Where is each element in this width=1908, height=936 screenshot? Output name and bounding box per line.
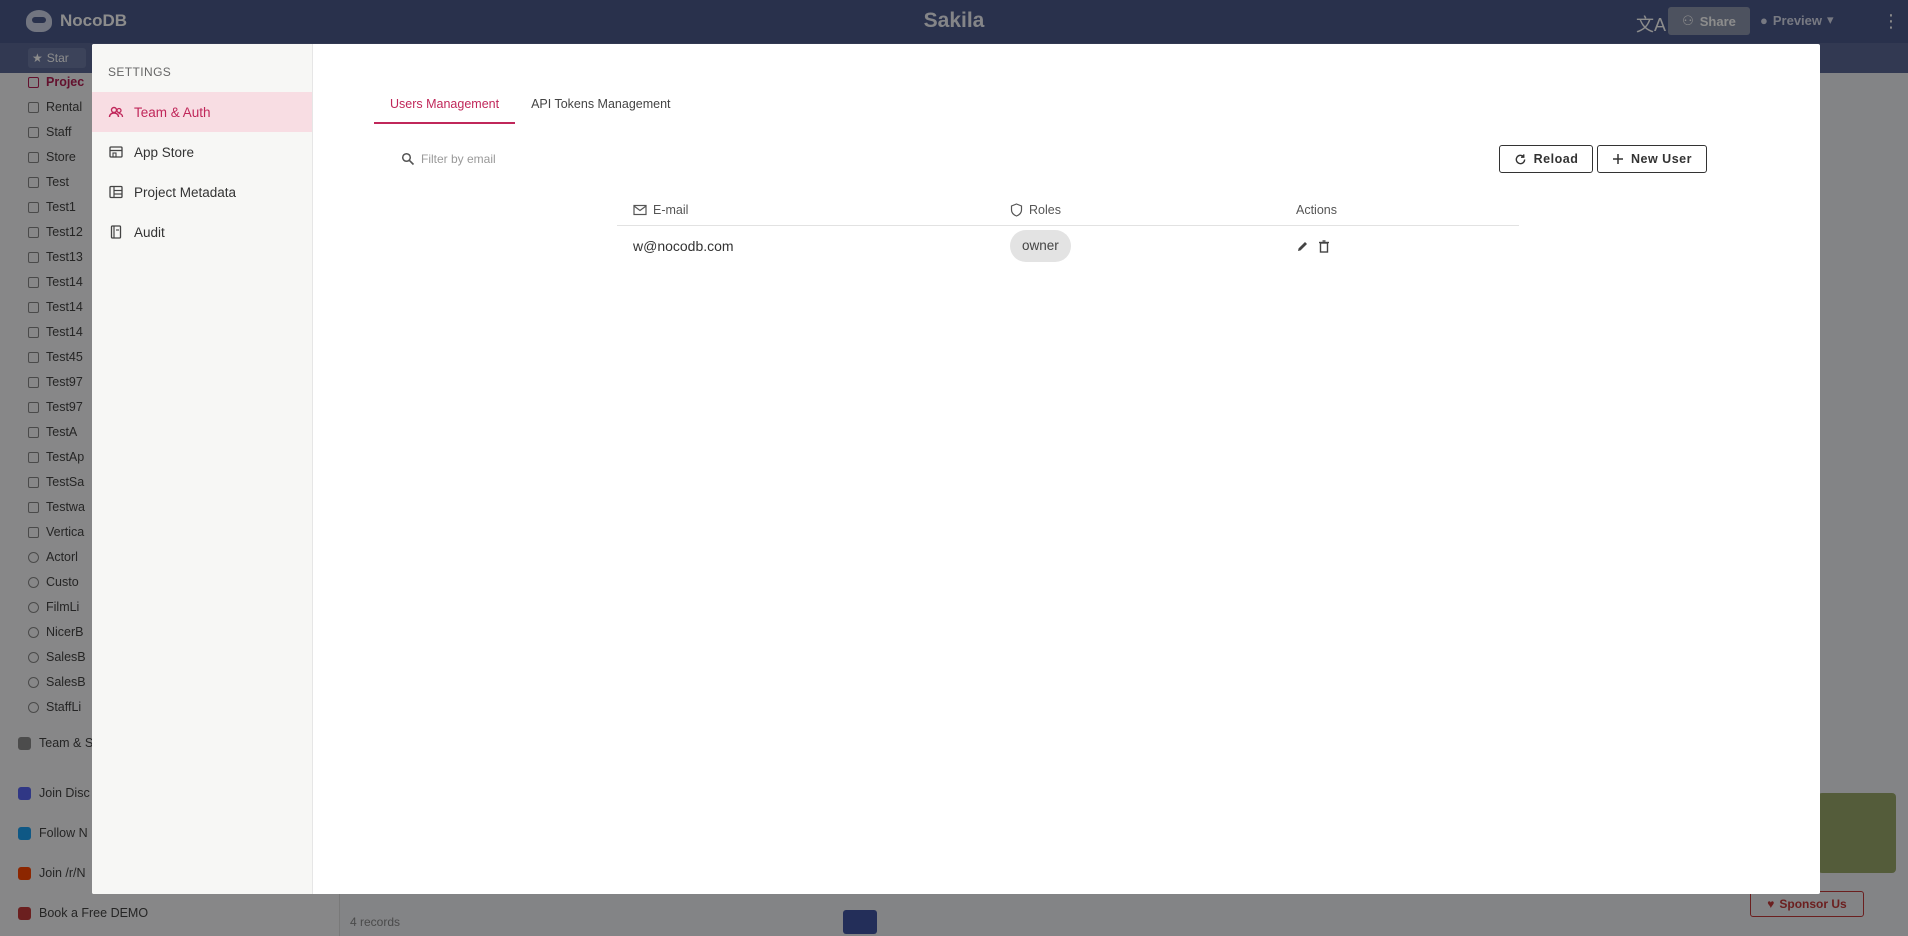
settings-modal: SETTINGS Team & Auth App Store Project M… <box>92 44 1820 894</box>
menu-item-app-store[interactable]: App Store <box>92 132 312 172</box>
new-user-button[interactable]: New User <box>1597 145 1707 173</box>
users-icon <box>108 106 124 118</box>
column-actions-label: Actions <box>1296 202 1337 217</box>
menu-item-audit[interactable]: Audit <box>92 212 312 252</box>
menu-item-team-auth[interactable]: Team & Auth <box>92 92 312 132</box>
menu-item-label: Team & Auth <box>134 104 211 120</box>
delete-icon[interactable] <box>1318 239 1330 253</box>
role-badge: owner <box>1010 230 1071 262</box>
shield-icon <box>1010 202 1023 217</box>
users-table-header: E-mail Roles Actions <box>617 194 1519 226</box>
metadata-icon <box>109 185 123 199</box>
table-row: w@nocodb.com owner <box>617 226 1519 266</box>
column-roles: Roles <box>1008 203 1296 217</box>
filter-by-email-input[interactable] <box>421 152 601 166</box>
search-icon <box>401 152 415 166</box>
users-table: E-mail Roles Actions w@nocodb.com owner <box>617 194 1519 266</box>
reload-button[interactable]: Reload <box>1499 145 1593 173</box>
mail-icon <box>633 204 647 215</box>
plus-icon <box>1613 154 1623 164</box>
settings-title: SETTINGS <box>108 65 172 79</box>
column-email-label: E-mail <box>653 202 689 217</box>
settings-menu: Team & Auth App Store Project Metadata A… <box>92 92 312 252</box>
role-cell: owner <box>1008 230 1296 262</box>
user-email: w@nocodb.com <box>633 238 734 254</box>
reload-icon <box>1515 153 1526 164</box>
row-actions <box>1296 239 1519 253</box>
settings-sidebar: SETTINGS Team & Auth App Store Project M… <box>92 44 313 894</box>
reload-label: Reload <box>1533 152 1579 166</box>
menu-item-label: App Store <box>134 144 195 160</box>
users-management-panel: Users Management API Tokens Management R… <box>313 44 1820 894</box>
audit-icon <box>110 225 122 239</box>
column-roles-label: Roles <box>1029 202 1061 217</box>
store-icon <box>109 146 123 158</box>
menu-item-project-metadata[interactable]: Project Metadata <box>92 172 312 212</box>
menu-item-label: Project Metadata <box>134 184 237 200</box>
new-user-label: New User <box>1631 152 1692 166</box>
tab-users-management[interactable]: Users Management <box>374 84 516 124</box>
column-actions: Actions <box>1296 203 1519 217</box>
edit-icon[interactable] <box>1296 240 1309 253</box>
settings-tabs: Users Management API Tokens Management <box>374 84 687 125</box>
menu-item-label: Audit <box>134 224 165 240</box>
tab-api-tokens-management[interactable]: API Tokens Management <box>515 84 686 124</box>
email-filter <box>401 152 601 166</box>
column-email: E-mail <box>617 203 1008 217</box>
